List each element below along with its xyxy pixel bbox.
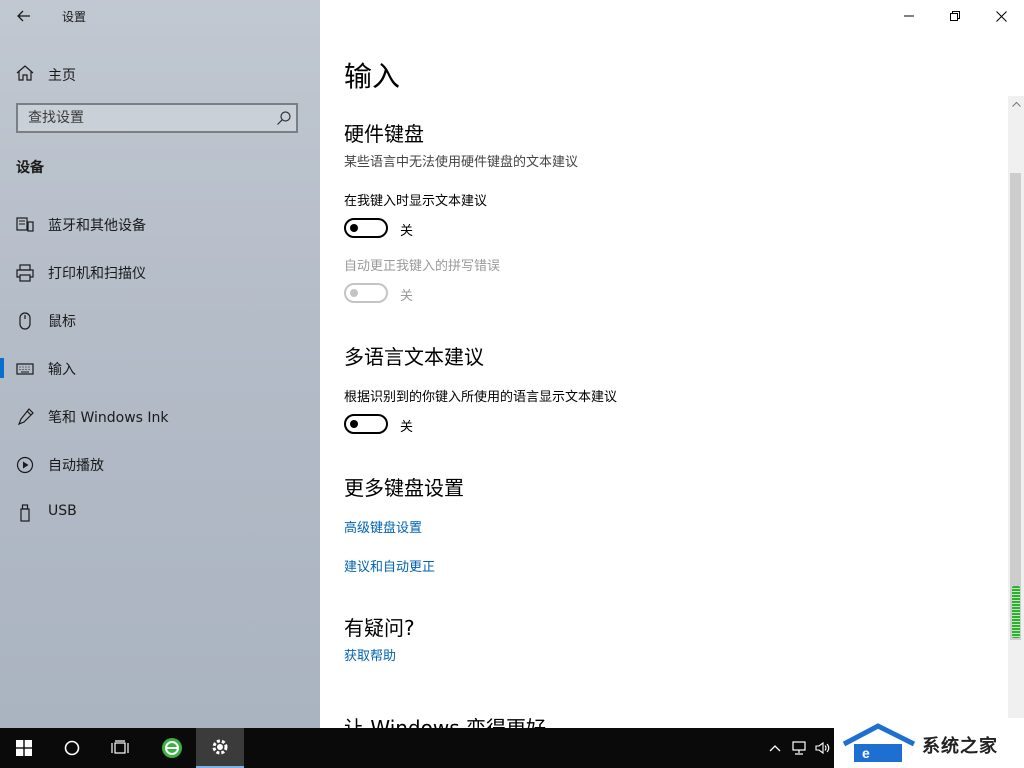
restore-button[interactable] xyxy=(932,0,978,32)
show-suggestions-toggle[interactable] xyxy=(344,218,388,238)
home-icon xyxy=(16,65,34,81)
multilingual-heading: 多语言文本建议 xyxy=(344,345,484,369)
more-keyboard-heading: 更多键盘设置 xyxy=(344,476,464,500)
restore-icon xyxy=(950,11,960,21)
sidebar-item-label: 鼠标 xyxy=(48,314,76,330)
close-button[interactable] xyxy=(978,0,1024,32)
autocorrect-toggle xyxy=(344,283,388,303)
task-view-icon xyxy=(111,740,129,754)
sidebar-item-label: 蓝牙和其他设备 xyxy=(48,218,146,234)
back-button[interactable] xyxy=(8,4,40,28)
sidebar-item-label: USB xyxy=(48,503,77,519)
show-suggestions-label: 在我键入时显示文本建议 xyxy=(344,194,488,209)
scroll-thumb[interactable] xyxy=(1010,173,1021,640)
scroll-up-arrow-icon xyxy=(1011,101,1021,107)
volume-icon xyxy=(815,741,830,755)
toggle-knob xyxy=(350,420,358,428)
sidebar-item-label: 笔和 Windows Ink xyxy=(48,410,169,426)
sidebar-item-mouse[interactable]: 鼠标 xyxy=(0,300,320,340)
sidebar-item-bluetooth[interactable]: 蓝牙和其他设备 xyxy=(0,204,320,244)
back-arrow-icon xyxy=(17,10,30,22)
hardware-keyboard-heading: 硬件键盘 xyxy=(344,122,424,146)
bluetooth-devices-icon xyxy=(16,217,34,232)
scroll-up-button[interactable] xyxy=(1008,96,1024,112)
toggle-knob xyxy=(350,224,358,232)
search-box xyxy=(16,103,298,133)
question-heading: 有疑问? xyxy=(344,616,415,640)
cortana-circle-icon xyxy=(64,740,80,756)
sidebar-item-printers[interactable]: 打印机和扫描仪 xyxy=(0,252,320,292)
sidebar-item-autoplay[interactable]: 自动播放 xyxy=(0,444,320,484)
content-pane: 输入 硬件键盘 某些语言中无法使用硬件键盘的文本建议 在我键入时显示文本建议 关… xyxy=(320,0,1024,728)
title-bar: 设置 xyxy=(0,0,320,32)
task-view-button[interactable] xyxy=(96,728,144,768)
toggle-state: 关 xyxy=(400,224,414,239)
hardware-keyboard-description: 某些语言中无法使用硬件键盘的文本建议 xyxy=(344,155,579,170)
multilingual-label: 根据识别到的你键入所使用的语言显示文本建议 xyxy=(344,390,618,405)
network-icon xyxy=(792,741,806,755)
show-hidden-icons-button[interactable] xyxy=(766,738,784,758)
minimize-icon xyxy=(904,15,914,17)
volume-tray-button[interactable] xyxy=(814,738,832,758)
browser-icon xyxy=(162,738,182,758)
autoplay-icon xyxy=(16,456,34,474)
cortana-button[interactable] xyxy=(48,728,96,768)
usb-icon xyxy=(20,504,30,522)
watermark-logo: e 系统之家 xyxy=(834,718,1024,768)
house-logo-icon: e xyxy=(842,723,916,762)
search-icon[interactable] xyxy=(276,110,292,126)
start-button[interactable] xyxy=(0,728,48,768)
home-label: 主页 xyxy=(48,68,76,84)
sidebar: 设置 主页 设备 蓝牙和其他设备 xyxy=(0,0,320,728)
windows-logo-icon xyxy=(16,740,32,756)
close-icon xyxy=(995,10,1007,22)
settings-window: 设置 主页 设备 蓝牙和其他设备 xyxy=(0,0,1024,728)
mouse-icon xyxy=(19,312,31,330)
sidebar-item-label: 输入 xyxy=(48,362,76,378)
sidebar-item-input[interactable]: 输入 xyxy=(0,348,320,388)
section-heading: 设备 xyxy=(16,160,44,176)
sidebar-item-label: 自动播放 xyxy=(48,458,104,474)
toggle-state: 关 xyxy=(400,420,414,435)
sidebar-item-pen[interactable]: 笔和 Windows Ink xyxy=(0,396,320,436)
page-title: 输入 xyxy=(344,60,401,93)
make-windows-better-heading: 让 Windows 变得更好 xyxy=(344,716,546,728)
advanced-keyboard-link[interactable]: 高级键盘设置 xyxy=(344,517,422,536)
sidebar-item-home[interactable]: 主页 xyxy=(0,58,320,88)
brand-text: 系统之家 xyxy=(922,736,998,757)
toggle-state: 关 xyxy=(400,289,414,304)
toggle-knob xyxy=(350,289,358,297)
svg-text:e: e xyxy=(862,745,870,761)
search-input[interactable] xyxy=(18,105,268,131)
get-help-link[interactable]: 获取帮助 xyxy=(344,645,396,664)
autocorrect-label: 自动更正我键入的拼写错误 xyxy=(344,259,501,274)
scrollbar[interactable] xyxy=(1008,96,1024,728)
keyboard-icon xyxy=(16,363,34,375)
sidebar-item-usb[interactable]: USB xyxy=(0,492,320,532)
pen-icon xyxy=(17,408,34,426)
suggestions-autocorrect-link[interactable]: 建议和自动更正 xyxy=(344,556,435,575)
settings-taskbar-button[interactable] xyxy=(196,728,244,768)
multilingual-toggle[interactable] xyxy=(344,414,388,434)
app-title: 设置 xyxy=(62,10,87,24)
sidebar-item-label: 打印机和扫描仪 xyxy=(48,266,146,282)
minimize-button[interactable] xyxy=(886,0,932,32)
printer-icon xyxy=(16,264,34,282)
gear-icon xyxy=(212,739,228,755)
scroll-indicator xyxy=(1012,586,1020,638)
chevron-up-icon xyxy=(769,745,781,752)
network-tray-button[interactable] xyxy=(790,738,808,758)
browser-taskbar-button[interactable] xyxy=(148,728,196,768)
